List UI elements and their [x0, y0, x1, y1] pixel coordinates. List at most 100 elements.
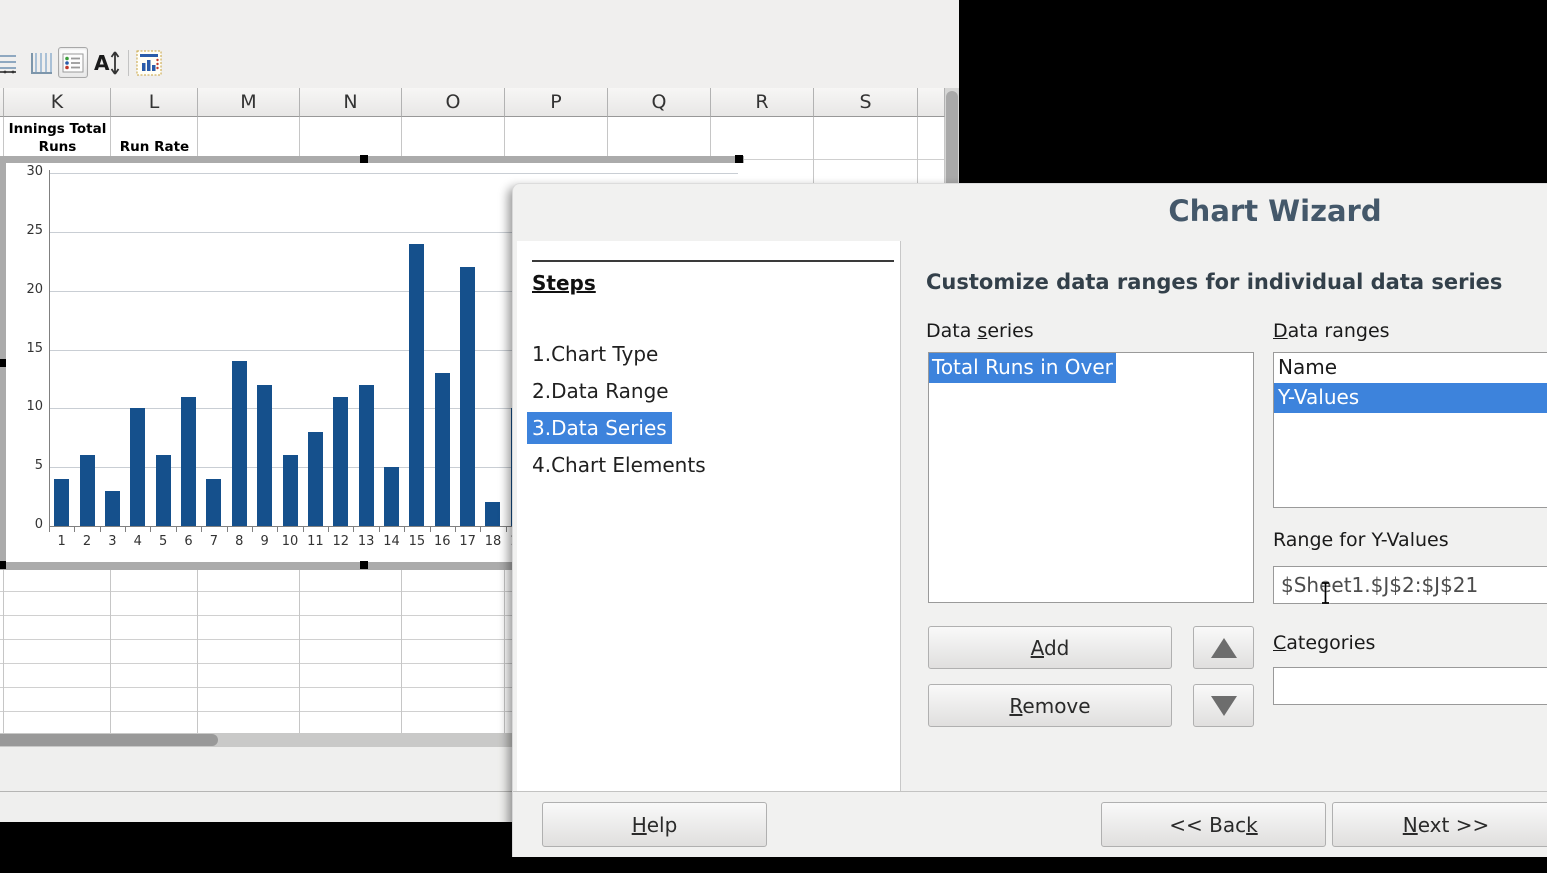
remove-button[interactable]: Remove [928, 684, 1172, 727]
y-axis-tick-label: 0 [9, 517, 43, 532]
x-axis-tick-label: 12 [328, 534, 354, 549]
cell-L1-run-rate[interactable]: Run Rate [111, 117, 198, 159]
step-data-series-active[interactable]: 3.Data Series [532, 410, 706, 447]
x-axis-tick-label: 7 [201, 534, 227, 549]
column-header-partial[interactable] [918, 88, 945, 117]
add-button[interactable]: Add [928, 626, 1172, 669]
x-axis-tick-label: 8 [226, 534, 252, 549]
arrow-down-icon [1211, 696, 1237, 716]
chart-bar [460, 267, 475, 526]
chart-type-icon[interactable] [134, 47, 164, 78]
range-for-y-values-input[interactable]: $Sheet1.$J$2:$J$21 [1273, 566, 1547, 604]
x-axis-tick-label: 14 [378, 534, 404, 549]
data-range-item-y-values[interactable]: Y-Values [1274, 383, 1547, 413]
column-header-N[interactable]: N [300, 88, 402, 117]
column-header-R[interactable]: R [711, 88, 814, 117]
data-range-item-name[interactable]: Name [1274, 353, 1547, 383]
x-axis-tick [125, 527, 126, 532]
chart-handle-left[interactable] [0, 359, 6, 367]
column-header-Q[interactable]: Q [608, 88, 711, 117]
chart-edit-toolbar: A [0, 0, 959, 88]
y-axis-tick-label: 10 [9, 399, 43, 414]
scale-text-icon[interactable]: A [92, 47, 122, 78]
chart-bar [130, 408, 145, 526]
x-axis-tick-label: 2 [74, 534, 100, 549]
x-axis-tick [455, 527, 456, 532]
back-button[interactable]: << Back [1101, 802, 1326, 847]
chart-selection-border-top [0, 156, 744, 163]
x-axis-tick [506, 527, 507, 532]
x-axis-tick [49, 527, 50, 532]
chart-bar [333, 397, 348, 526]
chart-handle-top[interactable] [360, 155, 368, 163]
y-axis-tick-label: 25 [9, 223, 43, 238]
move-down-button[interactable] [1193, 684, 1254, 727]
dialog-title: Chart Wizard [513, 194, 1547, 228]
x-axis-tick [404, 527, 405, 532]
x-axis-tick-label: 18 [480, 534, 506, 549]
chart-bar [384, 467, 399, 526]
active-step-highlight: 3.Data Series [527, 412, 672, 444]
x-axis-tick-label: 16 [429, 534, 455, 549]
data-series-item-selected[interactable]: Total Runs in Over [929, 353, 1116, 383]
x-axis-tick [201, 527, 202, 532]
chart-bar [181, 397, 196, 526]
chart-wizard-dialog: Chart Wizard Steps 1.Chart Type 2.Data R… [512, 183, 1547, 857]
x-axis-tick [227, 527, 228, 532]
x-axis-tick [252, 527, 253, 532]
text-cursor-pointer [1319, 581, 1332, 609]
horizontal-grids-icon[interactable] [0, 47, 20, 78]
chart-bar [105, 491, 120, 526]
help-button[interactable]: Help [542, 802, 767, 847]
vertical-grids-glyph [28, 50, 54, 76]
data-ranges-listbox[interactable]: Name Y-Values [1273, 352, 1547, 508]
chart-handle-bottom[interactable] [360, 561, 368, 569]
column-header-P[interactable]: P [505, 88, 608, 117]
column-header-M[interactable]: M [198, 88, 300, 117]
chart-bar [80, 455, 95, 526]
x-axis-tick [303, 527, 304, 532]
chart-handle-top-right[interactable] [735, 155, 743, 163]
x-axis-tick-label: 13 [353, 534, 379, 549]
x-axis-tick [176, 527, 177, 532]
vertical-grids-icon[interactable] [26, 47, 56, 78]
y-axis-tick-label: 20 [9, 282, 43, 297]
y-axis-tick-label: 15 [9, 341, 43, 356]
chart-bar [156, 455, 171, 526]
chart-bar [359, 385, 374, 526]
y-axis-tick-label: 30 [9, 164, 43, 179]
footer-divider [513, 791, 1547, 792]
svg-text:A: A [94, 51, 110, 75]
x-axis-tick [480, 527, 481, 532]
x-axis-tick-label: 9 [252, 534, 278, 549]
chart-bar [283, 455, 298, 526]
move-up-button[interactable] [1193, 626, 1254, 669]
cell-K1-innings-total-runs[interactable]: Innings Total Runs [4, 117, 111, 159]
column-header-O[interactable]: O [402, 88, 505, 117]
spreadsheet-row-1: Innings Total Runs Run Rate [0, 117, 945, 160]
step-chart-elements[interactable]: 4.Chart Elements [532, 447, 706, 484]
x-axis-tick-label: 5 [150, 534, 176, 549]
legend-on-off-icon[interactable] [58, 47, 88, 78]
data-series-listbox[interactable]: Total Runs in Over [928, 352, 1254, 603]
column-header-L[interactable]: L [111, 88, 198, 117]
x-axis-tick [430, 527, 431, 532]
range-for-y-values-label: Range for Y-Values [1273, 529, 1449, 551]
column-header-K[interactable]: K [4, 88, 111, 117]
step-data-range[interactable]: 2.Data Range [532, 373, 706, 410]
chart-bar [54, 479, 69, 526]
data-ranges-label: Data ranges [1273, 320, 1390, 342]
x-axis-tick-label: 10 [277, 534, 303, 549]
next-button[interactable]: Next >> [1332, 802, 1547, 847]
step-chart-type[interactable]: 1.Chart Type [532, 336, 706, 373]
page-heading: Customize data ranges for individual dat… [926, 270, 1502, 294]
steps-divider [532, 260, 894, 262]
categories-label: Categories [1273, 632, 1375, 654]
toolbar-separator [128, 50, 129, 76]
x-axis-tick [74, 527, 75, 532]
chart-handle-bottom-left[interactable] [0, 561, 6, 569]
categories-input[interactable] [1273, 667, 1547, 705]
column-header-S[interactable]: S [814, 88, 918, 117]
chart-bar [435, 373, 450, 526]
horizontal-scrollbar-thumb[interactable] [0, 734, 218, 746]
